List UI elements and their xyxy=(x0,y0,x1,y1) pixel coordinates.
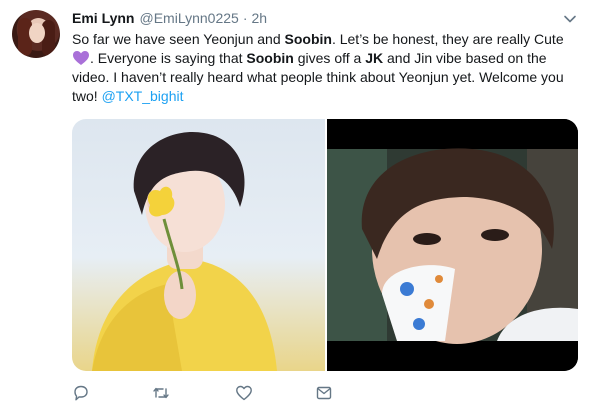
author-handle[interactable]: @EmiLynn0225 xyxy=(140,10,239,26)
photo-left[interactable] xyxy=(72,119,325,371)
photo-right[interactable] xyxy=(327,119,578,371)
bold-soobin-2: Soobin xyxy=(246,50,294,66)
bold-soobin: Soobin xyxy=(284,31,332,47)
chevron-down-icon[interactable] xyxy=(563,12,577,26)
tweet-text: So far we have seen Yeonjun and Soobin. … xyxy=(72,31,564,104)
mention-link[interactable]: @TXT_bighit xyxy=(102,88,184,104)
separator-dot: · xyxy=(242,10,248,26)
boy-with-flower-illustration xyxy=(92,131,277,371)
tweet: Emi Lynn @EmiLynn0225 · 2h So far we hav… xyxy=(0,0,590,414)
action-bar xyxy=(72,384,392,404)
timestamp[interactable]: 2h xyxy=(251,10,267,26)
media-grid xyxy=(72,119,578,371)
like-icon[interactable] xyxy=(235,384,253,402)
tweet-header: Emi Lynn @EmiLynn0225 · 2h xyxy=(72,10,267,28)
author-name[interactable]: Emi Lynn xyxy=(72,10,135,26)
boy-drinking-illustration xyxy=(327,119,578,371)
retweet-icon[interactable] xyxy=(152,384,170,402)
reply-icon[interactable] xyxy=(72,384,90,402)
message-icon[interactable] xyxy=(315,384,333,402)
purple-heart-icon xyxy=(73,51,89,65)
bold-jk: JK xyxy=(365,50,384,66)
avatar[interactable] xyxy=(12,10,60,58)
